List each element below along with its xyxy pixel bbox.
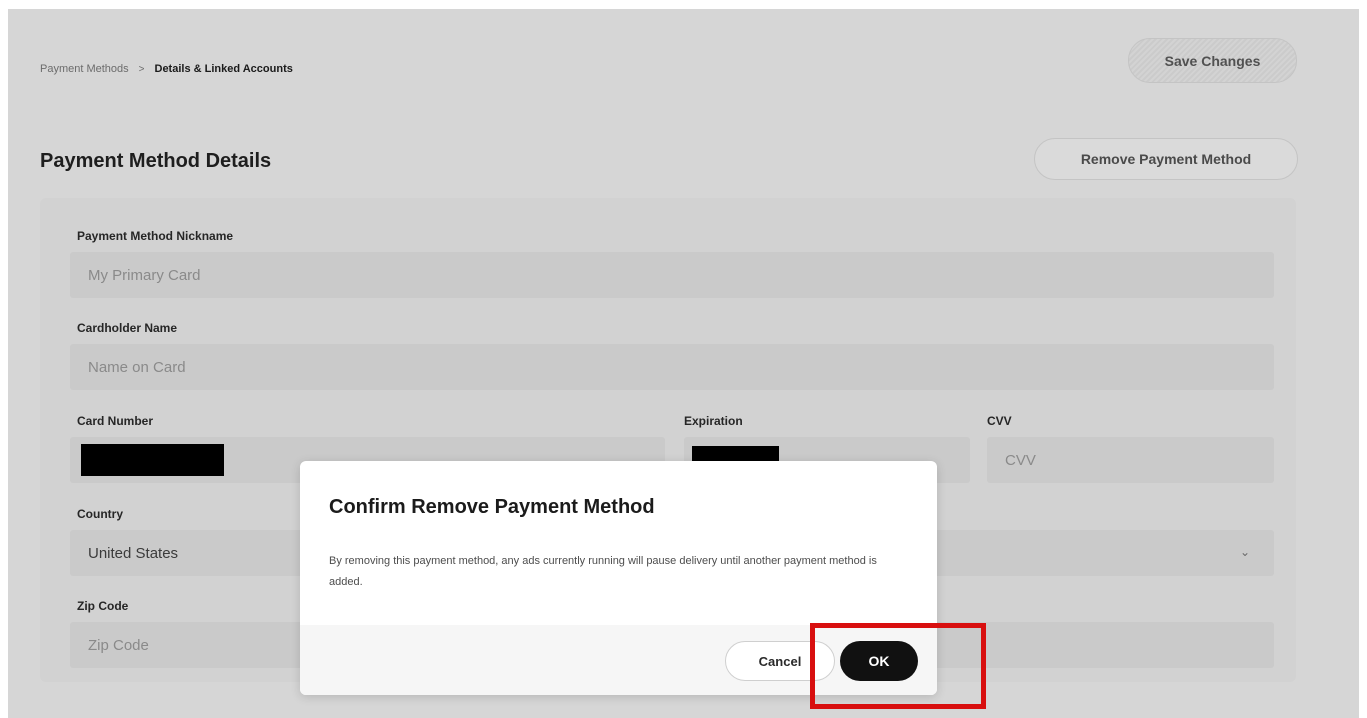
page-title: Payment Method Details	[40, 150, 272, 172]
cvv-label: CVV	[987, 414, 1012, 428]
card-number-label: Card Number	[77, 414, 154, 428]
breadcrumb-separator-icon: >	[138, 63, 145, 75]
zip-code-label: Zip Code	[77, 599, 129, 613]
nickname-input[interactable]: My Primary Card	[70, 252, 1274, 298]
highlight-box	[810, 623, 986, 709]
remove-payment-method-button[interactable]: Remove Payment Method	[1034, 138, 1298, 180]
country-label: Country	[77, 507, 123, 521]
cardholder-label: Cardholder Name	[77, 321, 178, 335]
dialog-message: By removing this payment method, any ads…	[329, 555, 877, 588]
save-changes-button[interactable]: Save Changes	[1128, 38, 1297, 83]
breadcrumb-current: Details & Linked Accounts	[154, 63, 293, 75]
cardholder-name-input[interactable]: Name on Card	[70, 344, 1274, 390]
nickname-label: Payment Method Nickname	[77, 229, 234, 243]
breadcrumb-link-payment-methods[interactable]: Payment Methods	[40, 63, 129, 75]
cvv-input[interactable]: CVV	[987, 437, 1274, 483]
redacted-card-number	[81, 444, 224, 476]
expiration-label: Expiration	[684, 414, 743, 428]
dialog-title: Confirm Remove Payment Method	[329, 496, 655, 518]
chevron-down-icon: ⌄	[1240, 545, 1251, 559]
breadcrumb: Payment Methods > Details & Linked Accou…	[40, 63, 293, 75]
